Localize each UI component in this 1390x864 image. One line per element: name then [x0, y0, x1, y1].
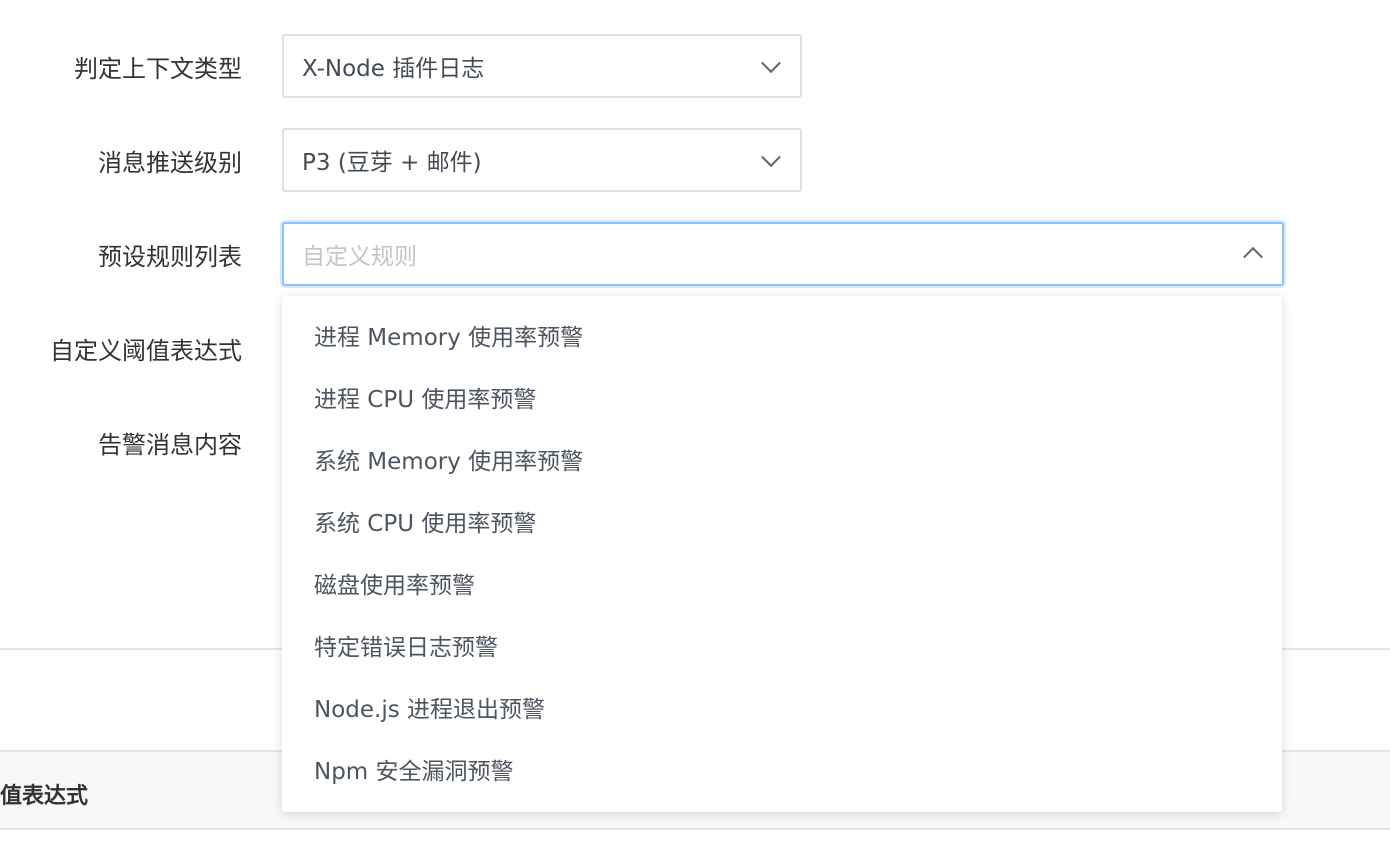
context-type-value: X-Node 插件日志: [302, 56, 485, 82]
preset-rules-placeholder: 自定义规则: [302, 244, 417, 270]
context-type-select[interactable]: X-Node 插件日志: [282, 34, 802, 98]
push-level-value: P3 (豆芽 + 邮件): [302, 150, 482, 176]
chevron-down-icon: [761, 53, 781, 74]
push-level-select[interactable]: P3 (豆芽 + 邮件): [282, 128, 802, 192]
preset-rules-dropdown: 进程 Memory 使用率预警 进程 CPU 使用率预警 系统 Memory 使…: [282, 296, 1282, 812]
dropdown-option[interactable]: Npm 安全漏洞预警: [282, 742, 1282, 804]
dropdown-option[interactable]: Node.js 进程退出预警: [282, 680, 1282, 742]
context-type-row: 判定上下文类型 X-Node 插件日志: [0, 34, 1390, 98]
dropdown-option[interactable]: 进程 CPU 使用率预警: [282, 370, 1282, 432]
preset-rules-select[interactable]: 自定义规则: [282, 222, 1284, 286]
alert-rule-form-page: 判定上下文类型 X-Node 插件日志 消息推送级别 P3 (豆芽 + 邮件) …: [0, 0, 1390, 864]
context-type-label: 判定上下文类型: [74, 54, 242, 83]
dropdown-option[interactable]: 磁盘使用率预警: [282, 556, 1282, 618]
push-level-label: 消息推送级别: [98, 148, 242, 177]
dropdown-option[interactable]: 系统 Memory 使用率预警: [282, 432, 1282, 494]
dropdown-option[interactable]: 特定错误日志预警: [282, 618, 1282, 680]
dropdown-option[interactable]: 进程 Memory 使用率预警: [282, 308, 1282, 370]
table-header-cell: 值表达式: [0, 784, 89, 809]
dropdown-option[interactable]: 系统 CPU 使用率预警: [282, 494, 1282, 556]
chevron-down-icon: [761, 147, 781, 168]
push-level-row: 消息推送级别 P3 (豆芽 + 邮件): [0, 128, 1390, 192]
preset-rules-label: 预设规则列表: [98, 242, 242, 271]
preset-rules-row: 预设规则列表 自定义规则: [0, 222, 1390, 286]
alert-content-label: 告警消息内容: [98, 430, 242, 459]
chevron-up-icon: [1243, 246, 1263, 267]
threshold-expr-label: 自定义阈值表达式: [50, 336, 242, 365]
